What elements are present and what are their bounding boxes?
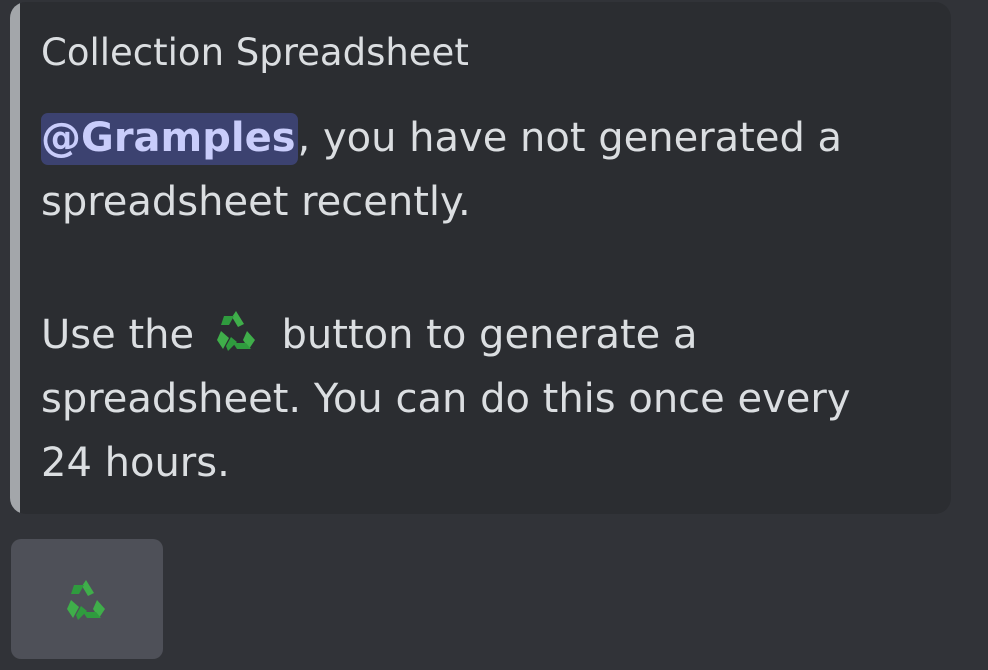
description-line-2: spreadsheet recently. <box>41 179 471 225</box>
description-text: , you have not generated a <box>297 115 843 161</box>
description-text: button to generate a <box>281 312 698 358</box>
embed-card: Collection Spreadsheet @Gramples, you ha… <box>10 2 951 514</box>
user-mention[interactable]: @Gramples <box>41 113 298 165</box>
recycle-icon <box>209 304 263 358</box>
embed-accent-bar <box>10 2 20 514</box>
embed-title: Collection Spreadsheet <box>41 31 469 74</box>
description-line-4: spreadsheet. You can do this once every <box>41 376 851 422</box>
recycle-icon <box>59 573 113 627</box>
description-text: Use the <box>41 312 195 358</box>
description-line-3: Use the button to generate a <box>41 303 921 367</box>
description-line-5: 24 hours. <box>41 440 230 486</box>
generate-spreadsheet-button[interactable] <box>11 539 163 659</box>
description-line-1: @Gramples, you have not generated a <box>41 106 921 170</box>
embed-description: @Gramples, you have not generated a spre… <box>41 106 921 495</box>
